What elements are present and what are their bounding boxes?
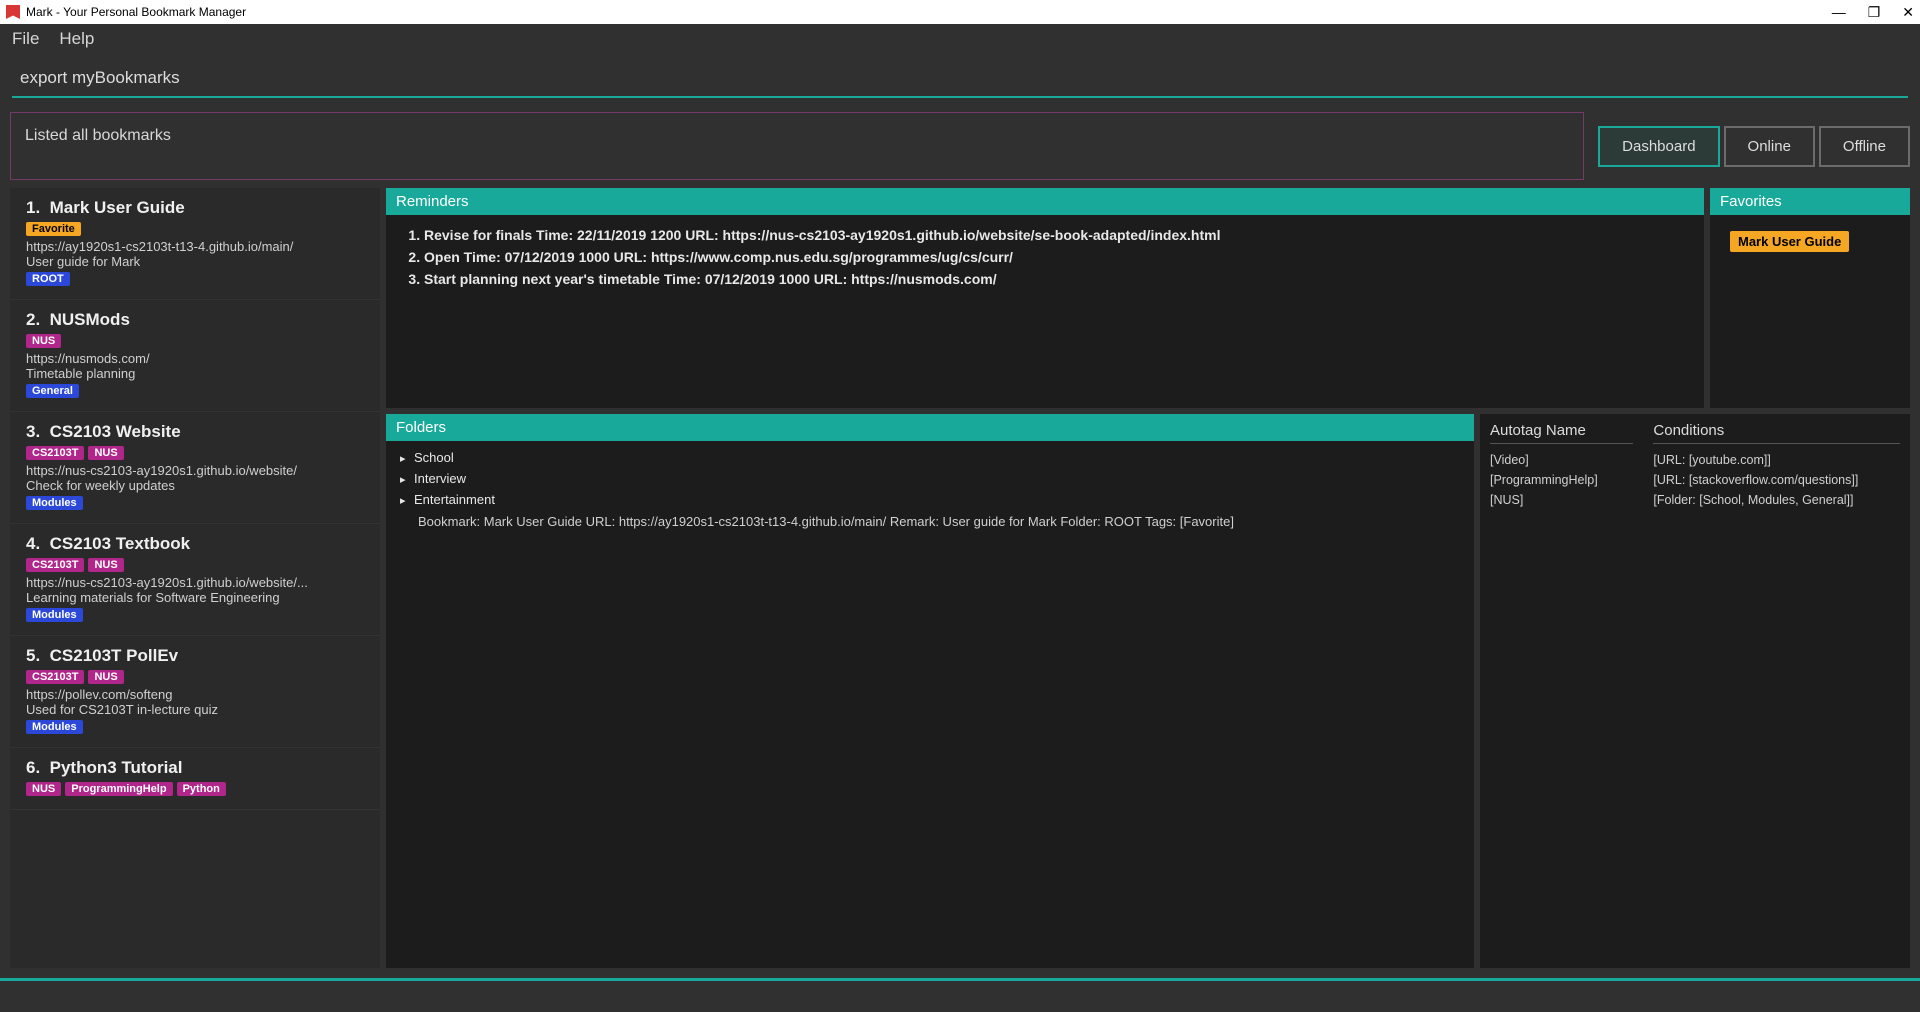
bookmark-remark: User guide for Mark xyxy=(26,254,368,269)
autotag-name-header: Autotag Name xyxy=(1490,422,1633,444)
favorites-header: Favorites xyxy=(1710,188,1910,215)
menu-bar: File Help xyxy=(0,24,1920,54)
bookmark-title: 2. NUSMods xyxy=(26,310,368,330)
tag-modules: Modules xyxy=(26,720,83,734)
folder-node[interactable]: Entertainment xyxy=(396,489,1464,510)
status-row: Listed all bookmarks Dashboard Online Of… xyxy=(0,104,1920,188)
bookmark-remark: Learning materials for Software Engineer… xyxy=(26,590,368,605)
bookmark-url: https://pollev.com/softeng xyxy=(26,687,368,702)
close-button[interactable]: ✕ xyxy=(1902,4,1914,21)
bookmarks-sidebar[interactable]: 1. Mark User Guide Favorite https://ay1920… xyxy=(10,188,380,968)
bookmark-item[interactable]: 2. NUSMods NUS https://nusmods.com/Timetab… xyxy=(10,300,380,412)
tag-root: ROOT xyxy=(26,272,70,286)
autotag-name: [Video] xyxy=(1490,450,1633,470)
bookmark-title: 5. CS2103T PollEv xyxy=(26,646,368,666)
app-icon xyxy=(6,5,20,19)
bookmark-item[interactable]: 1. Mark User Guide Favorite https://ay1920… xyxy=(10,188,380,300)
bookmark-url: https://nus-cs2103-ay1920s1.github.io/we… xyxy=(26,463,368,478)
tag-nus: NUS xyxy=(88,558,123,572)
reminders-body[interactable]: Revise for finals Time: 22/11/2019 1200 … xyxy=(386,215,1704,408)
status-message: Listed all bookmarks xyxy=(10,112,1584,180)
autotag-condition: [Folder: [School, Modules, General]] xyxy=(1653,490,1900,510)
favorite-chip[interactable]: Mark User Guide xyxy=(1730,231,1849,252)
reminder-item: Revise for finals Time: 22/11/2019 1200 … xyxy=(424,227,1688,243)
tag-nus: NUS xyxy=(26,334,61,348)
bookmark-item[interactable]: 6. Python3 Tutorial NUS ProgrammingHelp Pyt… xyxy=(10,748,380,810)
reminders-panel: Reminders Revise for finals Time: 22/11/… xyxy=(386,188,1704,408)
bottom-border xyxy=(0,978,1920,981)
bookmark-title: 6. Python3 Tutorial xyxy=(26,758,368,778)
folders-header: Folders xyxy=(386,414,1474,441)
window-title: Mark - Your Personal Bookmark Manager xyxy=(26,5,246,19)
autotag-condition: [URL: [youtube.com]] xyxy=(1653,450,1900,470)
tab-online[interactable]: Online xyxy=(1724,126,1815,167)
tag-general: General xyxy=(26,384,79,398)
command-input[interactable] xyxy=(12,64,1908,98)
favorites-body[interactable]: Mark User Guide xyxy=(1710,215,1910,408)
autotag-panel: Autotag Name [Video][ProgrammingHelp][NU… xyxy=(1480,414,1910,968)
tag-nus: NUS xyxy=(88,670,123,684)
autotag-cond-header: Conditions xyxy=(1653,422,1900,444)
bookmark-url: https://ay1920s1-cs2103t-t13-4.github.io… xyxy=(26,239,368,254)
command-area xyxy=(0,54,1920,104)
tag-favorite: Favorite xyxy=(26,222,81,236)
tag-cs2103t: CS2103T xyxy=(26,670,84,684)
bookmark-item[interactable]: 3. CS2103 Website CS2103T NUS https://nus-c… xyxy=(10,412,380,524)
minimize-button[interactable]: — xyxy=(1832,4,1846,21)
bookmark-title: 3. CS2103 Website xyxy=(26,422,368,442)
menu-file[interactable]: File xyxy=(12,29,39,49)
favorites-panel: Favorites Mark User Guide xyxy=(1710,188,1910,408)
autotag-name: [NUS] xyxy=(1490,490,1633,510)
bookmark-remark: Timetable planning xyxy=(26,366,368,381)
bookmark-title: 4. CS2103 Textbook xyxy=(26,534,368,554)
tag-modules: Modules xyxy=(26,496,83,510)
bookmark-url: https://nus-cs2103-ay1920s1.github.io/we… xyxy=(26,575,368,590)
bookmark-detail: Bookmark: Mark User Guide URL: https://a… xyxy=(396,510,1464,533)
maximize-button[interactable]: ❐ xyxy=(1868,4,1881,21)
tab-offline[interactable]: Offline xyxy=(1819,126,1910,167)
tab-dashboard[interactable]: Dashboard xyxy=(1598,126,1719,167)
folders-body[interactable]: SchoolInterviewEntertainmentBookmark: Ma… xyxy=(386,441,1474,968)
tag-nus: NUS xyxy=(88,446,123,460)
tag-programminghelp: ProgrammingHelp xyxy=(65,782,172,796)
reminders-header: Reminders xyxy=(386,188,1704,215)
bookmark-remark: Used for CS2103T in-lecture quiz xyxy=(26,702,368,717)
reminder-item: Start planning next year's timetable Tim… xyxy=(424,271,1688,287)
tabs: Dashboard Online Offline xyxy=(1598,126,1910,167)
bookmark-title: 1. Mark User Guide xyxy=(26,198,368,218)
tag-cs2103t: CS2103T xyxy=(26,558,84,572)
title-bar: Mark - Your Personal Bookmark Manager — … xyxy=(0,0,1920,24)
tag-python: Python xyxy=(177,782,226,796)
dashboard: Reminders Revise for finals Time: 22/11/… xyxy=(386,188,1910,968)
bookmark-item[interactable]: 4. CS2103 Textbook CS2103T NUS https://nus-… xyxy=(10,524,380,636)
tag-modules: Modules xyxy=(26,608,83,622)
bookmark-url: https://nusmods.com/ xyxy=(26,351,368,366)
folder-node[interactable]: Interview xyxy=(396,468,1464,489)
folders-panel: Folders SchoolInterviewEntertainmentBook… xyxy=(386,414,1474,968)
autotag-name: [ProgrammingHelp] xyxy=(1490,470,1633,490)
bookmark-item[interactable]: 5. CS2103T PollEv CS2103T NUS https://polle… xyxy=(10,636,380,748)
autotag-condition: [URL: [stackoverflow.com/questions]] xyxy=(1653,470,1900,490)
reminder-item: Open Time: 07/12/2019 1000 URL: https://… xyxy=(424,249,1688,265)
tag-cs2103t: CS2103T xyxy=(26,446,84,460)
menu-help[interactable]: Help xyxy=(59,29,94,49)
folder-node[interactable]: School xyxy=(396,447,1464,468)
tag-nus: NUS xyxy=(26,782,61,796)
bookmark-remark: Check for weekly updates xyxy=(26,478,368,493)
